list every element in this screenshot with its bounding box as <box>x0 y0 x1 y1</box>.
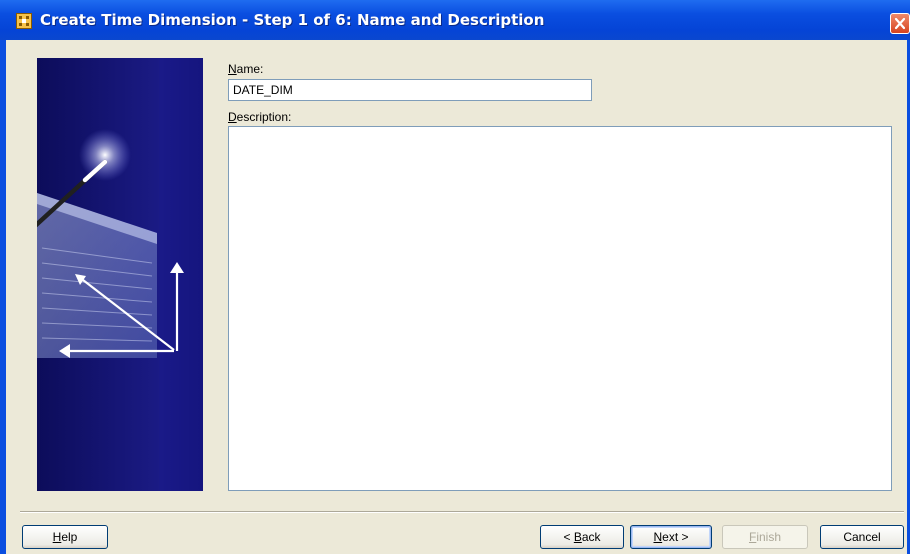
dialog-title: Create Time Dimension - Step 1 of 6: Nam… <box>40 11 545 29</box>
cancel-button[interactable]: Cancel <box>820 525 904 549</box>
help-button[interactable]: Help <box>22 525 108 549</box>
close-icon <box>894 17 906 30</box>
title-bar[interactable]: Create Time Dimension - Step 1 of 6: Nam… <box>0 0 910 40</box>
next-button[interactable]: Next > <box>630 525 712 549</box>
magic-wand-illustration-icon <box>37 58 203 491</box>
name-label: Name: <box>228 62 264 76</box>
name-input[interactable] <box>228 79 592 101</box>
wizard-grid-icon <box>16 13 32 29</box>
description-textarea[interactable] <box>228 126 892 491</box>
close-button[interactable] <box>890 13 910 34</box>
window-frame-left <box>0 40 6 554</box>
wizard-dialog: Create Time Dimension - Step 1 of 6: Nam… <box>0 0 910 554</box>
description-label: Description: <box>228 110 292 124</box>
back-button[interactable]: < Back <box>540 525 624 549</box>
button-separator <box>20 511 904 513</box>
finish-button[interactable]: Finish <box>722 525 808 549</box>
